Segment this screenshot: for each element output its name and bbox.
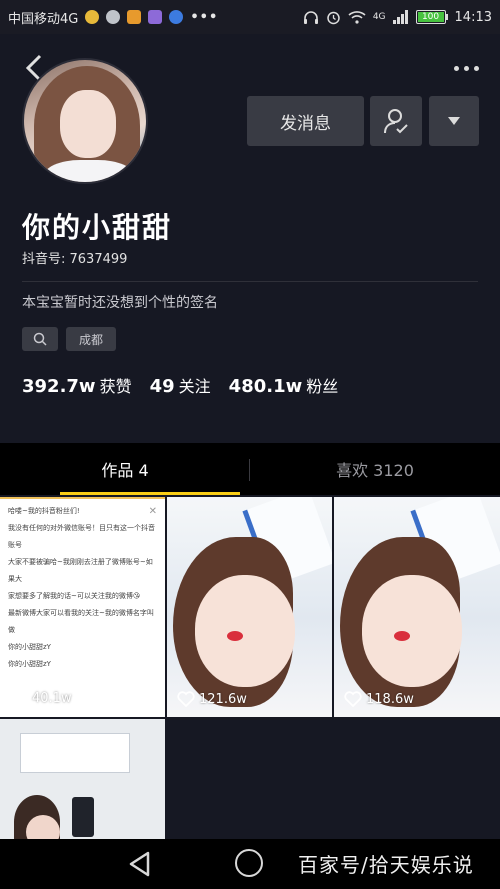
caret-down-icon <box>448 117 460 125</box>
video-like-count: 40.1w <box>10 690 72 707</box>
expand-dropdown-button[interactable] <box>429 96 479 146</box>
video-thumbnail[interactable]: 118.6w <box>334 497 500 717</box>
divider <box>22 281 478 282</box>
video-caption-line: 大家不要被骗哈~我刚刚去注册了微博账号~如果大 <box>8 558 153 583</box>
system-nav-bar: 百家号/拾天娱乐说 <box>0 839 500 889</box>
video-caption-line: 哈喽~我的抖音粉丝们! <box>8 507 80 515</box>
city-label: 成都 <box>78 332 103 347</box>
browser-app-icon <box>169 10 184 24</box>
send-message-label: 发消息 <box>280 113 331 134</box>
emoji-app-icon <box>106 10 121 24</box>
video-caption-line: 我没有任何的对外微信账号！目只有这一个抖音账号 <box>8 524 155 549</box>
signature: 本宝宝暂时还没想到个性的签名 <box>22 295 218 311</box>
more-dot-icon <box>463 65 469 71</box>
video-like-count: 118.6w <box>344 691 414 707</box>
video-caption-line: 你的小甜甜zY <box>8 660 51 668</box>
more-notifications-icon: ••• <box>190 9 219 25</box>
profile-name: 你的小甜甜 <box>22 211 173 244</box>
video-like-count: 121.6w <box>177 691 247 707</box>
avatar[interactable] <box>22 58 148 184</box>
followers-stat[interactable]: 480.1w 粉丝 <box>229 373 339 397</box>
status-bar: 中国移动4G ••• 4G 100 14:13 <box>0 0 500 34</box>
search-tag[interactable] <box>22 327 58 351</box>
headphones-icon <box>303 11 318 24</box>
followers-label: 粉丝 <box>306 377 339 396</box>
likes-stat[interactable]: 392.7w 获赞 <box>22 373 132 397</box>
signal-icon <box>392 10 408 24</box>
following-stat[interactable]: 49 关注 <box>150 373 211 397</box>
likes-count: 392.7w <box>22 376 96 397</box>
battery-level: 100 <box>417 12 444 22</box>
followers-count: 480.1w <box>228 376 303 397</box>
heart-icon <box>177 691 195 707</box>
user-check-icon <box>384 109 408 134</box>
douyin-id: 抖音号: 7637499 <box>22 252 128 267</box>
carrier-label: 中国移动4G <box>8 11 79 27</box>
tab-works-label: 作品 4 <box>101 461 149 480</box>
send-message-button[interactable]: 发消息 <box>247 96 364 146</box>
video-thumbnail[interactable] <box>0 719 165 849</box>
profile-stats: 392.7w 获赞 49 关注 480.1w 粉丝 <box>22 373 338 397</box>
like-count-label: 40.1w <box>32 691 72 706</box>
gallery-app-icon <box>148 10 163 24</box>
video-thumbnail[interactable]: ✕ 哈喽~我的抖音粉丝们! 我没有任何的对外微信账号！目只有这一个抖音账号 大家… <box>0 497 165 717</box>
video-caption-line: 最新微博大家可以看我的关注~我的微博名字叫做 <box>8 609 154 634</box>
video-caption-line: 你的小甜甜zY <box>8 643 51 651</box>
following-label: 关注 <box>178 377 211 396</box>
network-type-label: 4G <box>372 12 386 22</box>
following-count: 49 <box>149 376 175 397</box>
heart-icon <box>344 691 362 707</box>
close-icon: ✕ <box>148 506 157 517</box>
nav-back-icon[interactable] <box>128 851 152 877</box>
like-count-label: 121.6w <box>199 691 247 707</box>
clock: 14:13 <box>454 9 492 25</box>
tab-likes[interactable]: 喜欢 3120 <box>250 443 500 495</box>
tab-likes-label: 喜欢 3120 <box>336 461 414 480</box>
video-thumbnail[interactable]: 121.6w <box>167 497 332 717</box>
active-tab-indicator <box>60 492 240 495</box>
more-dot-icon <box>453 65 459 71</box>
likes-label: 获赞 <box>99 377 132 396</box>
like-count-label: 118.6w <box>366 691 414 707</box>
heart-icon <box>10 690 28 707</box>
alarm-icon <box>327 11 340 24</box>
content-tabs: 作品 4 喜欢 3120 <box>0 443 500 495</box>
nav-home-icon[interactable] <box>235 849 263 877</box>
watermark: 百家号/拾天娱乐说 <box>298 853 474 877</box>
emoji-app-icon <box>85 10 100 24</box>
battery-icon: 100 <box>415 10 448 24</box>
wifi-icon <box>348 11 366 24</box>
shopping-app-icon <box>127 10 142 24</box>
tab-works[interactable]: 作品 4 <box>0 443 250 495</box>
video-caption-line: 家想要多了解我的话~可以关注我的微博😘 <box>8 592 141 600</box>
more-dot-icon <box>473 65 479 71</box>
city-tag[interactable]: 成都 <box>66 327 116 351</box>
search-icon <box>33 332 47 346</box>
follow-button[interactable] <box>370 96 422 146</box>
more-options-button[interactable] <box>446 56 486 80</box>
